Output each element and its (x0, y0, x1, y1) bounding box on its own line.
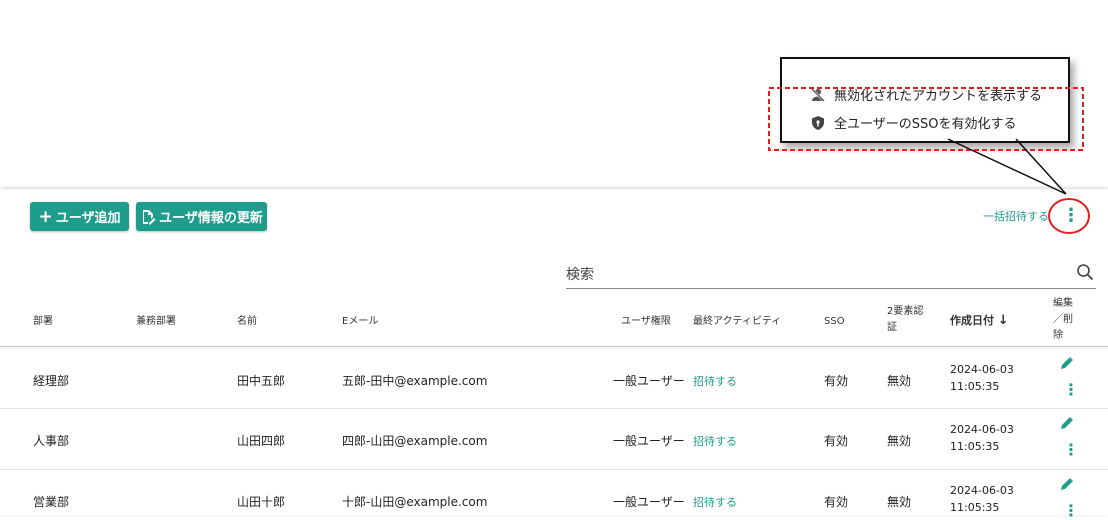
row1-created-time: 11:05:35 (950, 380, 1000, 393)
row2-email: 四郎-山田@example.com (342, 434, 488, 448)
row3-created: 2024-06-03 11:05:35 (950, 482, 1014, 516)
row2-role: 一般ユーザー (613, 434, 685, 448)
more-options-menu: 無効化されたアカウントを表示する 全ユーザーのSSOを有効化する (780, 57, 1070, 143)
user-table-panel (0, 189, 1108, 515)
menu-item-label: 全ユーザーのSSOを有効化する (834, 117, 1017, 132)
header-role: ユーザ権限 (621, 316, 671, 327)
row3-2fa: 無効 (887, 495, 912, 509)
search-underline (566, 288, 1096, 289)
row3-created-date: 2024-06-03 (950, 484, 1014, 497)
row3-email: 十郎-山田@example.com (342, 495, 488, 509)
row-divider (0, 408, 1108, 409)
row2-dept: 人事部 (33, 434, 70, 448)
edit-pencil-icon[interactable] (1060, 416, 1074, 430)
row1-created: 2024-06-03 11:05:35 (950, 361, 1014, 395)
row2-sso: 有効 (824, 434, 849, 448)
bulk-invite-link[interactable]: 一括招待する (983, 208, 1049, 224)
row2-created-time: 11:05:35 (950, 440, 1000, 453)
row1-email: 五郎-田中@example.com (342, 374, 488, 388)
row3-invite-link[interactable]: 招待する (693, 494, 737, 510)
header-created-label: 作成日付 (950, 314, 994, 327)
row3-role: 一般ユーザー (613, 495, 685, 509)
row3-name: 山田十郎 (237, 495, 286, 509)
row2-2fa: 無効 (887, 434, 912, 448)
person-off-icon (811, 87, 825, 102)
edit-pencil-icon[interactable] (1060, 356, 1074, 370)
row3-sso: 有効 (824, 495, 849, 509)
more-menu-button[interactable]: ⋮ (1060, 205, 1082, 227)
row1-name: 田中五郎 (237, 374, 286, 388)
document-edit-icon (143, 209, 156, 224)
row3-dept: 営業部 (33, 495, 70, 509)
row1-more-button[interactable]: ⋮ (1063, 380, 1079, 399)
header-name: 名前 (237, 316, 257, 327)
row-divider (0, 469, 1108, 470)
shield-icon (812, 115, 824, 130)
row2-created: 2024-06-03 11:05:35 (950, 421, 1014, 455)
header-divider (0, 346, 1108, 347)
header-created-date[interactable]: 作成日付 ↓ (950, 313, 1009, 329)
update-user-info-button[interactable]: ユーザ情報の更新 (136, 202, 267, 231)
header-2fa-line2: 証 (887, 322, 897, 333)
header-sub-dept: 兼務部署 (136, 316, 176, 327)
callout-pointer (947, 138, 1067, 195)
row1-role: 一般ユーザー (613, 374, 685, 388)
header-edit-delete: 編集 ／削 除 (1053, 296, 1073, 344)
menu-item-label: 無効化されたアカウントを表示する (834, 89, 1043, 104)
row2-more-button[interactable]: ⋮ (1063, 440, 1079, 459)
add-user-button[interactable]: + ユーザ追加 (30, 202, 129, 231)
search-icon[interactable] (1076, 263, 1094, 281)
update-user-label: ユーザ情報の更新 (159, 211, 263, 226)
edit-pencil-icon[interactable] (1060, 477, 1074, 491)
sort-down-icon: ↓ (997, 313, 1009, 328)
menu-item-show-disabled-accounts[interactable]: 無効化されたアカウントを表示する (810, 85, 1042, 104)
row1-invite-link[interactable]: 招待する (693, 373, 737, 389)
row1-sso: 有効 (824, 374, 849, 388)
header-2fa-line1: 2要素認 (887, 306, 924, 317)
header-edit-line3: 除 (1053, 330, 1063, 341)
header-email: Eメール (342, 316, 379, 327)
menu-item-enable-sso-all[interactable]: 全ユーザーのSSOを有効化する (810, 113, 1016, 132)
row2-invite-link[interactable]: 招待する (693, 433, 737, 449)
header-edit-line1: 編集 (1053, 298, 1073, 309)
row2-created-date: 2024-06-03 (950, 423, 1014, 436)
header-edit-line2: ／削 (1053, 314, 1073, 325)
row3-created-time: 11:05:35 (950, 501, 1000, 514)
search-input[interactable]: 検索 (566, 264, 594, 284)
row2-name: 山田四郎 (237, 434, 286, 448)
header-2fa: 2要素認 証 (887, 304, 923, 336)
header-sso: SSO (824, 316, 845, 327)
row1-dept: 経理部 (33, 374, 70, 388)
row3-more-button[interactable]: ⋮ (1063, 501, 1079, 520)
row1-created-date: 2024-06-03 (950, 363, 1014, 376)
plus-icon: + (38, 206, 53, 227)
header-dept: 部署 (33, 316, 53, 327)
row1-2fa: 無効 (887, 374, 912, 388)
header-last-activity: 最終アクティビティ (693, 316, 782, 327)
add-user-label: ユーザ追加 (55, 211, 121, 226)
